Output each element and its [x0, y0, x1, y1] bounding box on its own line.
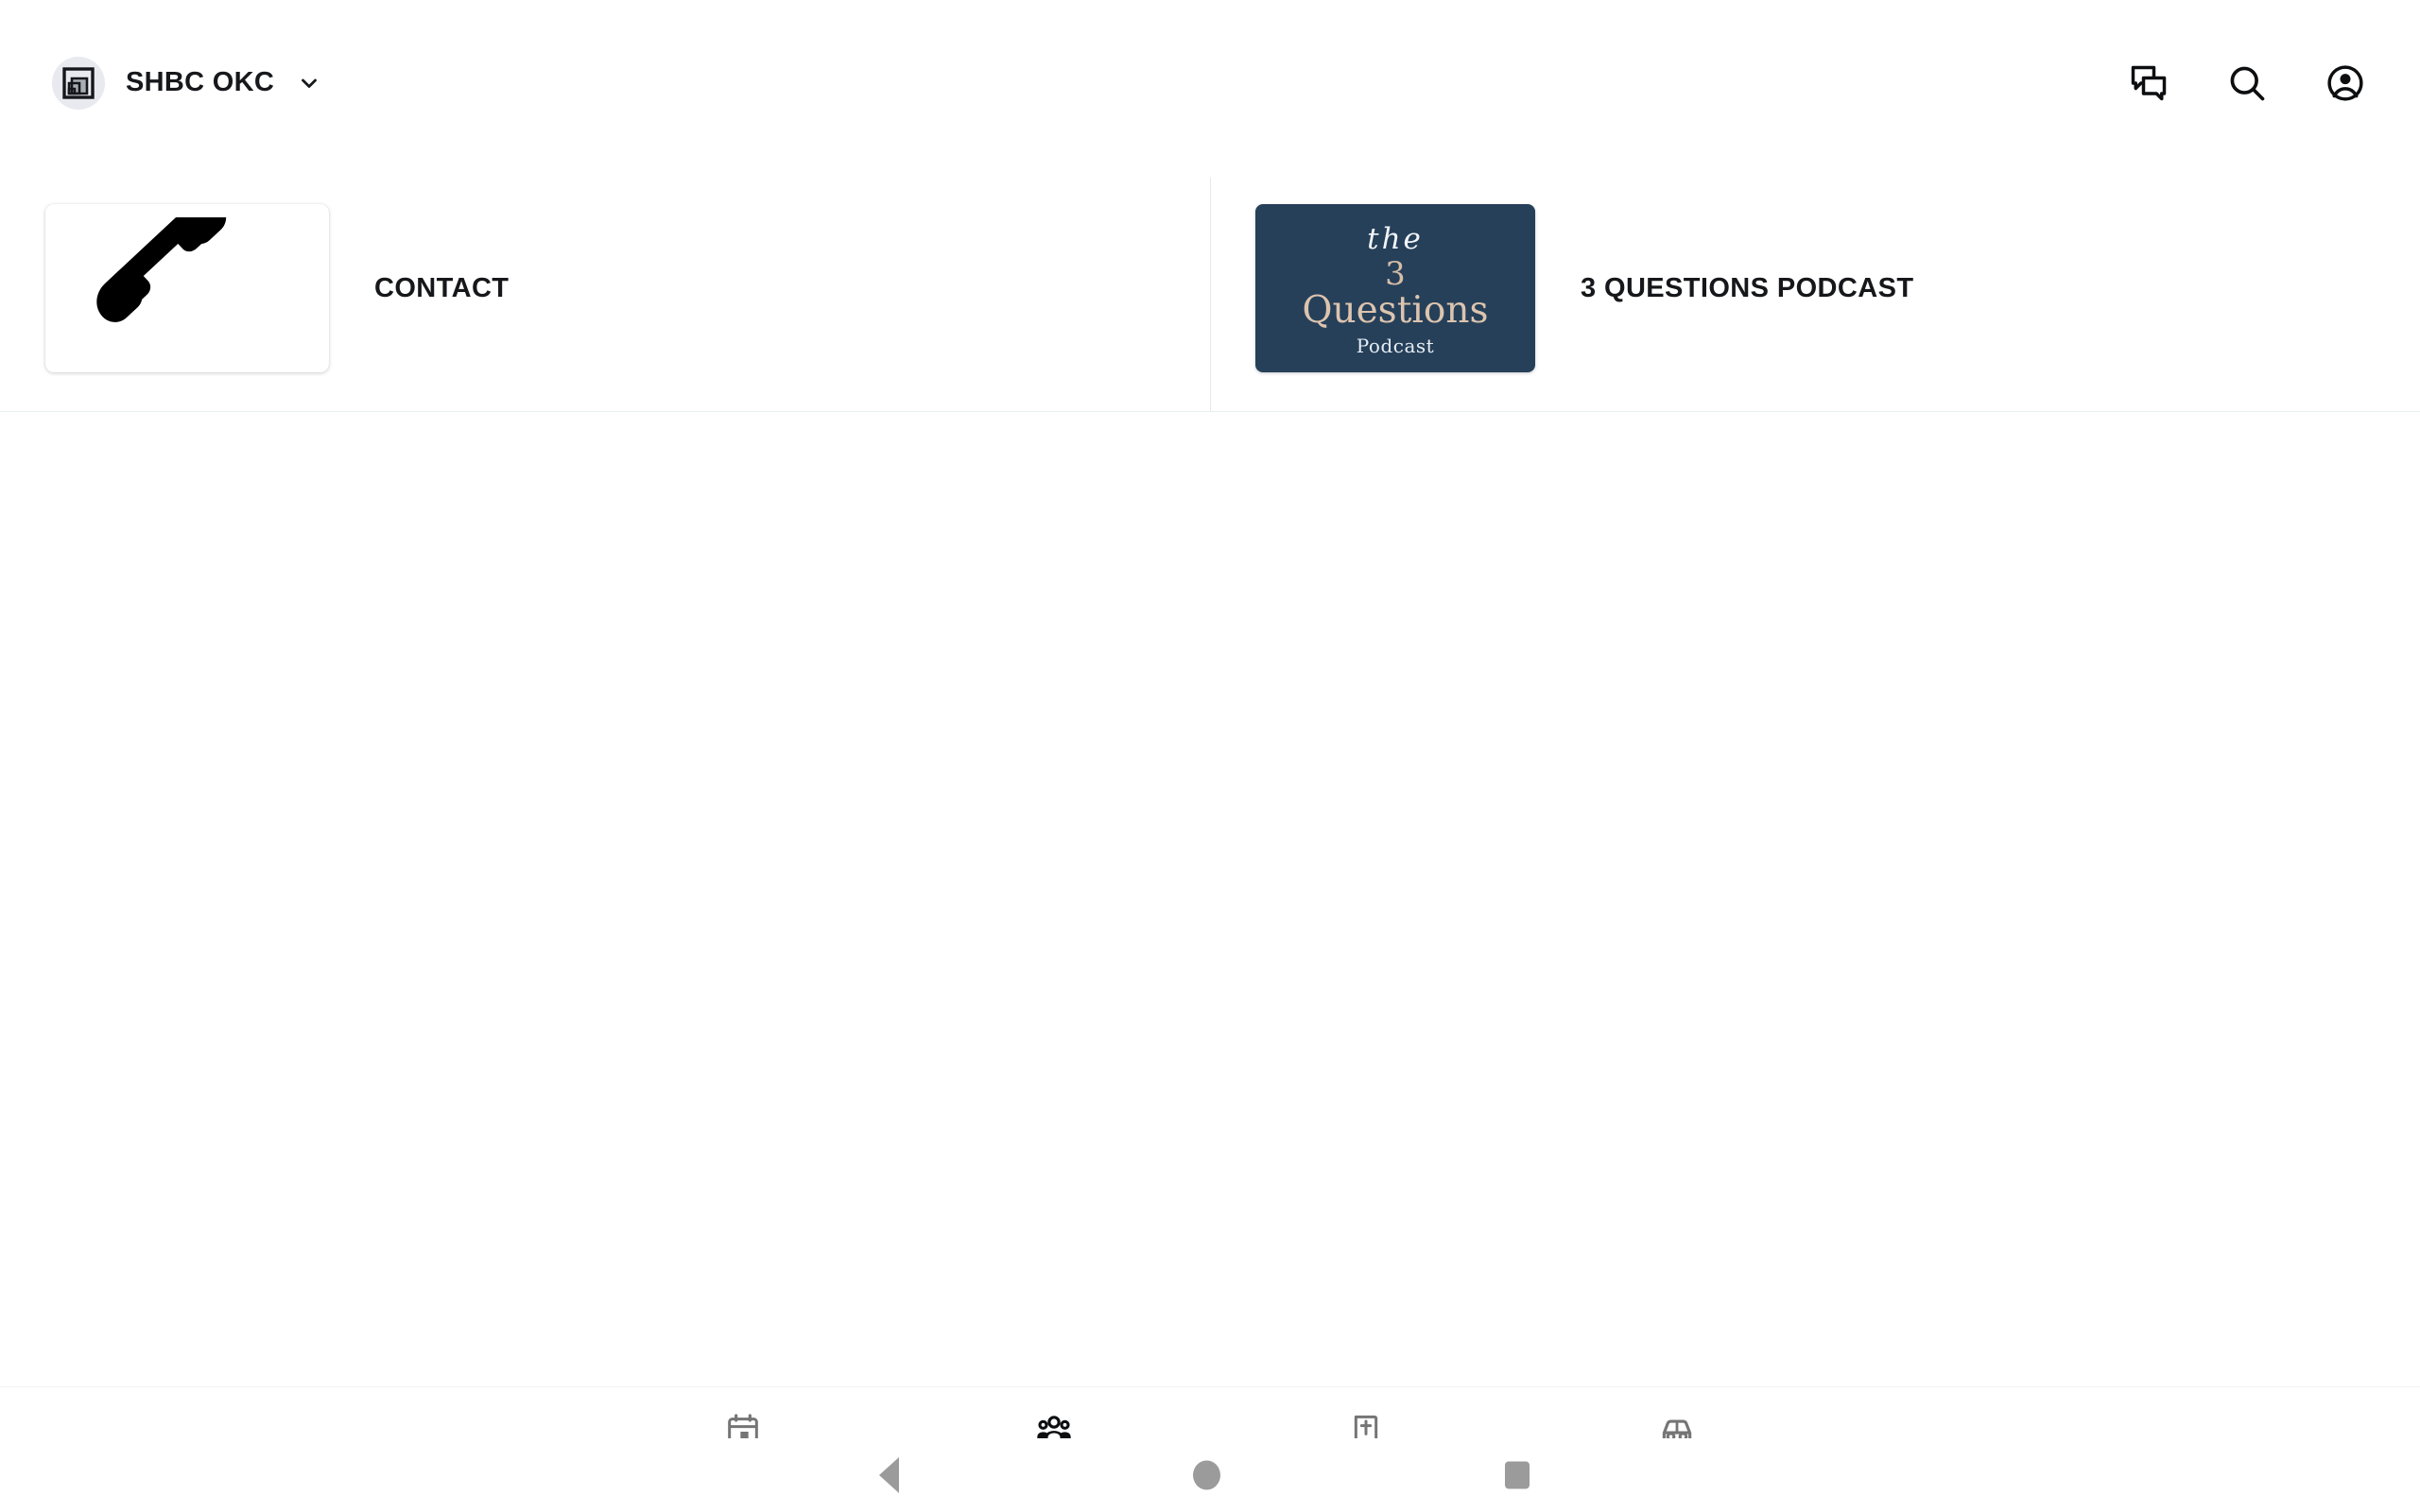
podcast-art-line-2: 3: [1385, 254, 1406, 293]
chevron-down-icon[interactable]: [297, 71, 321, 95]
content-area: CONTACT the 3 Questions Podcast 3 QUESTI…: [0, 165, 2420, 1386]
system-back-button[interactable]: [879, 1457, 899, 1493]
system-navigation-bar: [0, 1438, 2420, 1512]
app-root: SHBC OKC CONTACT the 3 Questions Podcast…: [0, 0, 2420, 1512]
tile-label: 3 QUESTIONS PODCAST: [1581, 272, 1914, 303]
podcast-thumbnail: the 3 Questions Podcast: [1255, 204, 1535, 372]
app-logo-icon: [52, 56, 105, 110]
tile-contact[interactable]: CONTACT: [0, 165, 1210, 411]
forum-icon[interactable]: [2127, 61, 2170, 105]
bottom-navigation: HOME Connect: [0, 1386, 2420, 1512]
home-circle-icon: [1193, 1460, 1220, 1490]
back-triangle-icon: [879, 1457, 899, 1493]
podcast-art-line-1: the: [1367, 221, 1424, 256]
recents-square-icon: [1505, 1461, 1530, 1489]
brand-selector[interactable]: SHBC OKC: [52, 56, 321, 110]
contact-thumbnail: [45, 204, 329, 372]
tile-label: CONTACT: [374, 272, 510, 303]
app-header: SHBC OKC: [0, 0, 2420, 165]
podcast-art-line-3: Questions: [1302, 288, 1489, 332]
system-home-button[interactable]: [1193, 1460, 1220, 1490]
tile-grid: CONTACT the 3 Questions Podcast 3 QUESTI…: [0, 165, 2420, 412]
podcast-art-line-4: Podcast: [1356, 335, 1435, 358]
header-actions: [2127, 61, 2375, 105]
account-circle-icon[interactable]: [2324, 61, 2367, 105]
tile-3-questions-podcast[interactable]: the 3 Questions Podcast 3 QUESTIONS PODC…: [1210, 165, 2420, 411]
phone-handset-icon: [96, 217, 227, 322]
system-recents-button[interactable]: [1505, 1461, 1530, 1489]
brand-name: SHBC OKC: [126, 67, 275, 97]
search-icon[interactable]: [2225, 61, 2269, 105]
